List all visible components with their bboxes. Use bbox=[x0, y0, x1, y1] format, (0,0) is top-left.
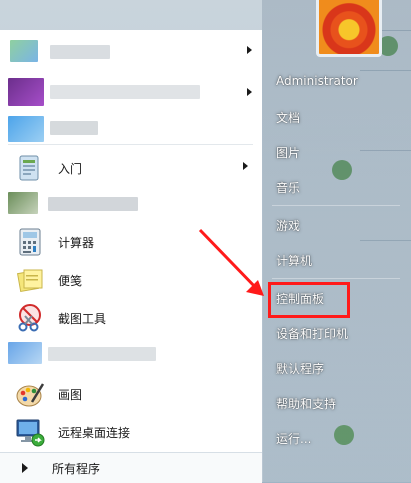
games-link[interactable]: 游戏 bbox=[276, 217, 300, 234]
paint-label: 画图 bbox=[58, 387, 83, 402]
remote-desktop-item[interactable]: 远程桌面连接 bbox=[8, 416, 258, 448]
help-support-link[interactable]: 帮助和支持 bbox=[276, 395, 336, 412]
blurred-program-icon bbox=[8, 78, 44, 106]
submenu-arrow-icon bbox=[243, 162, 248, 170]
expand-arrow-icon bbox=[22, 463, 28, 473]
user-account-link[interactable]: Administrator bbox=[276, 74, 358, 88]
blurred-program-item[interactable] bbox=[8, 188, 228, 218]
getting-started-icon bbox=[14, 152, 46, 184]
all-programs-button[interactable]: 所有程序 bbox=[0, 452, 262, 483]
menu-separator bbox=[272, 278, 400, 279]
start-menu-places-pane: Administrator 文档 图片 音乐 游戏 计算机 控制面板 设备和打印… bbox=[262, 0, 411, 482]
all-programs-label: 所有程序 bbox=[52, 462, 101, 476]
snipping-tool-icon bbox=[14, 302, 46, 334]
blurred-program-label bbox=[50, 85, 200, 99]
documents-link[interactable]: 文档 bbox=[276, 109, 300, 126]
remote-desktop-icon bbox=[14, 416, 46, 448]
user-avatar[interactable] bbox=[316, 0, 382, 57]
submenu-arrow-icon bbox=[247, 88, 252, 96]
getting-started-label: 入门 bbox=[58, 161, 83, 176]
blurred-program-item[interactable] bbox=[8, 76, 228, 106]
blurred-program-label bbox=[48, 197, 138, 211]
calculator-label: 计算器 bbox=[58, 235, 95, 250]
menu-separator bbox=[272, 205, 400, 206]
submenu-arrow-icon bbox=[247, 46, 252, 54]
getting-started-item[interactable]: 入门 bbox=[8, 152, 258, 184]
annotation-highlight-box bbox=[268, 282, 350, 318]
snipping-tool-label: 截图工具 bbox=[58, 311, 107, 326]
sticky-notes-icon bbox=[14, 264, 46, 296]
run-link[interactable]: 运行... bbox=[276, 430, 311, 447]
devices-printers-link[interactable]: 设备和打印机 bbox=[276, 325, 348, 342]
music-link[interactable]: 音乐 bbox=[276, 179, 300, 196]
menu-separator bbox=[8, 144, 253, 145]
blurred-program-icon bbox=[8, 342, 42, 364]
snipping-tool-item[interactable]: 截图工具 bbox=[8, 302, 258, 334]
computer-link[interactable]: 计算机 bbox=[276, 252, 312, 269]
blurred-program-label bbox=[50, 45, 110, 59]
blurred-program-icon bbox=[8, 192, 38, 214]
sticky-notes-label: 便笺 bbox=[58, 273, 83, 288]
calculator-item[interactable]: 计算器 bbox=[8, 226, 258, 258]
blurred-program-icon bbox=[10, 40, 38, 62]
start-menu-programs-pane: 入门 计算器 便笺 截图工具 画图 远程桌面连接 所有程序 bbox=[0, 30, 263, 483]
default-programs-link[interactable]: 默认程序 bbox=[276, 360, 324, 377]
blurred-program-label bbox=[50, 121, 98, 135]
blurred-program-item[interactable] bbox=[8, 36, 228, 66]
remote-desktop-label: 远程桌面连接 bbox=[58, 425, 131, 440]
sticky-notes-item[interactable]: 便笺 bbox=[8, 264, 258, 296]
blurred-program-item[interactable] bbox=[8, 112, 228, 142]
paint-icon bbox=[14, 378, 46, 410]
paint-item[interactable]: 画图 bbox=[8, 378, 258, 410]
pictures-link[interactable]: 图片 bbox=[276, 144, 300, 161]
blurred-program-item[interactable] bbox=[8, 338, 228, 368]
blurred-program-label bbox=[48, 347, 156, 361]
calculator-icon bbox=[14, 226, 46, 258]
blurred-program-icon bbox=[8, 116, 44, 142]
